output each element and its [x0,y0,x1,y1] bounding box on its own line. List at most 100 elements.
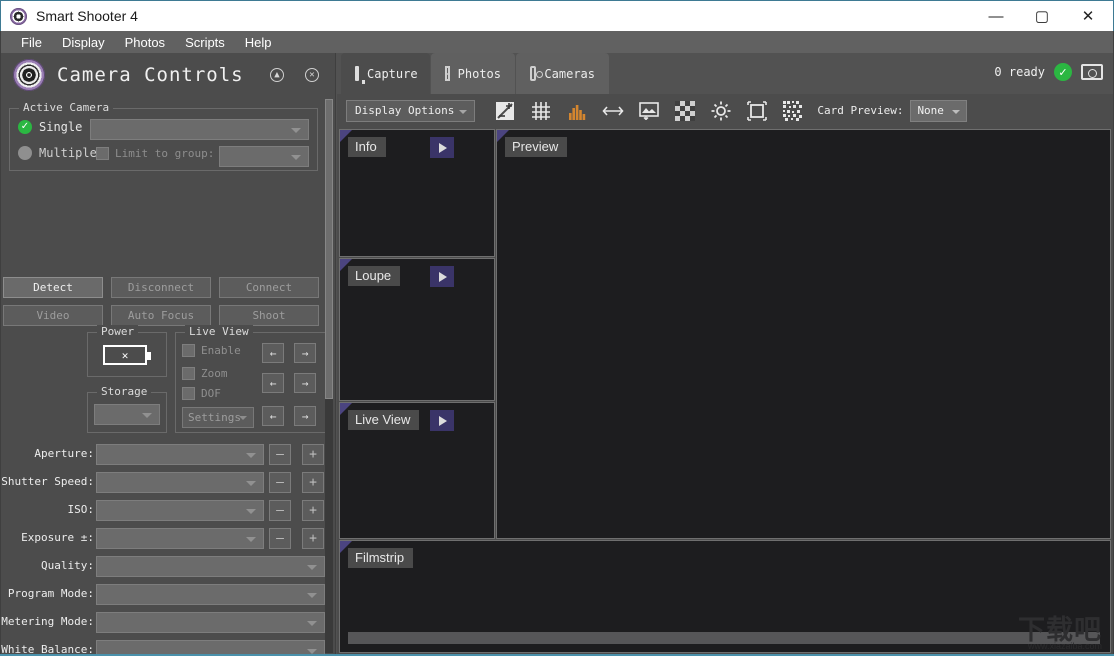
tab-cameras[interactable]: Cameras [516,53,609,94]
camera-status-icon[interactable] [1081,64,1103,80]
info-panel-play-button[interactable] [430,137,454,158]
display-options-button[interactable]: Display Options [346,99,476,122]
focus-far-medium-button[interactable]: → [294,373,316,393]
exposure-combo[interactable] [96,528,264,549]
limit-to-group-combo[interactable] [219,146,309,167]
display-toolbar: Display Options Card Preview: None [337,94,1113,127]
minimize-button[interactable]: — [973,1,1019,31]
filmstrip-scrollbar-thumb[interactable] [348,632,1100,644]
iso-combo[interactable] [96,500,264,521]
connect-button[interactable]: Connect [219,277,319,298]
menu-item-scripts[interactable]: Scripts [175,33,235,52]
tab-photos[interactable]: Photos [431,53,515,94]
tab-cameras-label: Cameras [544,66,595,81]
iso-plus-button[interactable]: + [302,500,324,521]
auto-focus-button[interactable]: Auto Focus [111,305,211,326]
focus-far-small-button[interactable]: → [294,343,316,363]
qr-code-icon[interactable] [782,100,804,122]
shutter-speed-combo[interactable] [96,472,264,493]
radio-single[interactable]: Single [18,120,82,134]
single-camera-combo[interactable] [90,119,309,140]
menu-item-photos[interactable]: Photos [115,33,175,52]
live-view-zoom-row[interactable]: Zoom [182,367,228,380]
preview-panel-title: Preview [505,137,568,157]
menu-item-file[interactable]: File [11,33,52,52]
aperture-minus-button[interactable]: — [269,444,291,465]
detect-button[interactable]: Detect [3,277,103,298]
iso-label: ISO: [67,503,95,516]
live-view-dof-label: DOF [201,387,221,400]
filmstrip-panel: Filmstrip 下载吧 www.xiazaiba.com [339,540,1111,653]
image-download-icon[interactable] [638,100,660,122]
power-group-title: Power [97,325,139,338]
storage-combo[interactable] [94,404,160,425]
exposure-compensation-icon[interactable] [494,100,516,122]
shutter-speed-plus-button[interactable]: + [302,472,324,493]
focus-near-large-button[interactable]: ← [262,406,284,426]
live-view-enable-checkbox[interactable] [182,344,195,357]
menu-item-help[interactable]: Help [235,33,282,52]
iso-minus-button[interactable]: — [269,500,291,521]
limit-to-group-checkbox[interactable] [96,147,109,160]
tab-capture-label: Capture [367,66,418,81]
grid-icon[interactable] [530,100,552,122]
status-text: 0 ready [994,65,1045,79]
focus-far-large-button[interactable]: → [294,406,316,426]
live-view-zoom-checkbox[interactable] [182,367,195,380]
live-view-zoom-label: Zoom [201,367,228,380]
histogram-icon[interactable] [566,100,588,122]
maximize-button[interactable]: ▢ [1019,1,1065,31]
camera-controls-scrollbar-thumb[interactable] [325,99,333,399]
tab-capture[interactable]: Capture [341,53,430,94]
exposure-plus-button[interactable]: + [302,528,324,549]
watermark-url: www.xiazaiba.com [1027,641,1102,651]
aperture-plus-button[interactable]: + [302,444,324,465]
work-area: Camera Controls ▲ ✕ Active Camera Single… [1,53,1113,656]
quality-label: Quality: [41,559,94,572]
exposure-minus-button[interactable]: — [269,528,291,549]
monitor-icon [355,66,365,84]
fit-frame-icon[interactable] [746,100,768,122]
camera-controls-scrollbar[interactable] [325,99,333,653]
video-button[interactable]: Video [3,305,103,326]
limit-to-group-checkbox-row[interactable]: Limit to group: [96,147,214,160]
camera-controls-title: Camera Controls [57,63,244,86]
close-button[interactable]: ✕ [1065,1,1111,31]
live-view-dof-checkbox[interactable] [182,387,195,400]
title-bar: Smart Shooter 4 — ▢ ✕ [0,0,1114,31]
live-view-settings-button[interactable]: Settings [182,407,254,428]
live-view-group: Live View Enable Zoom DOF Settings ← → ← [175,325,327,433]
focus-near-medium-button[interactable]: ← [262,373,284,393]
focus-near-small-button[interactable]: ← [262,343,284,363]
green-check-icon: ✓ [1054,63,1072,81]
program-mode-combo[interactable] [96,584,325,605]
disconnect-button[interactable]: Disconnect [111,277,211,298]
live-view-enable-label: Enable [201,344,241,357]
radio-single-indicator [18,120,32,134]
card-preview-combo[interactable]: None [910,99,968,122]
radio-multiple[interactable]: Multiple [18,146,97,160]
metering-mode-combo[interactable] [96,612,325,633]
live-view-dof-row[interactable]: DOF [182,387,221,400]
chevron-up-circle-icon[interactable]: ▲ [270,68,284,82]
aperture-logo-icon [13,58,45,91]
quality-combo[interactable] [96,556,325,577]
filmstrip-scrollbar[interactable] [348,632,1100,644]
aperture-combo[interactable] [96,444,264,465]
radio-multiple-label: Multiple [39,146,97,160]
camera-controls-body: Active Camera Single Multiple Limit to g… [1,96,327,656]
brightness-icon[interactable] [710,100,732,122]
live-view-panel-play-button[interactable] [430,410,454,431]
checkerboard-icon[interactable] [674,100,696,122]
fit-width-icon[interactable] [602,100,624,122]
loupe-panel-play-button[interactable] [430,266,454,287]
shoot-button[interactable]: Shoot [219,305,319,326]
camera-controls-dock: Camera Controls ▲ ✕ Active Camera Single… [1,53,336,656]
live-view-enable-row[interactable]: Enable [182,344,241,357]
shutter-speed-minus-button[interactable]: — [269,472,291,493]
picture-icon [445,66,450,81]
storage-group-title: Storage [97,385,152,398]
storage-group: Storage [87,385,167,433]
menu-item-display[interactable]: Display [52,33,115,52]
close-circle-icon[interactable]: ✕ [305,68,319,82]
